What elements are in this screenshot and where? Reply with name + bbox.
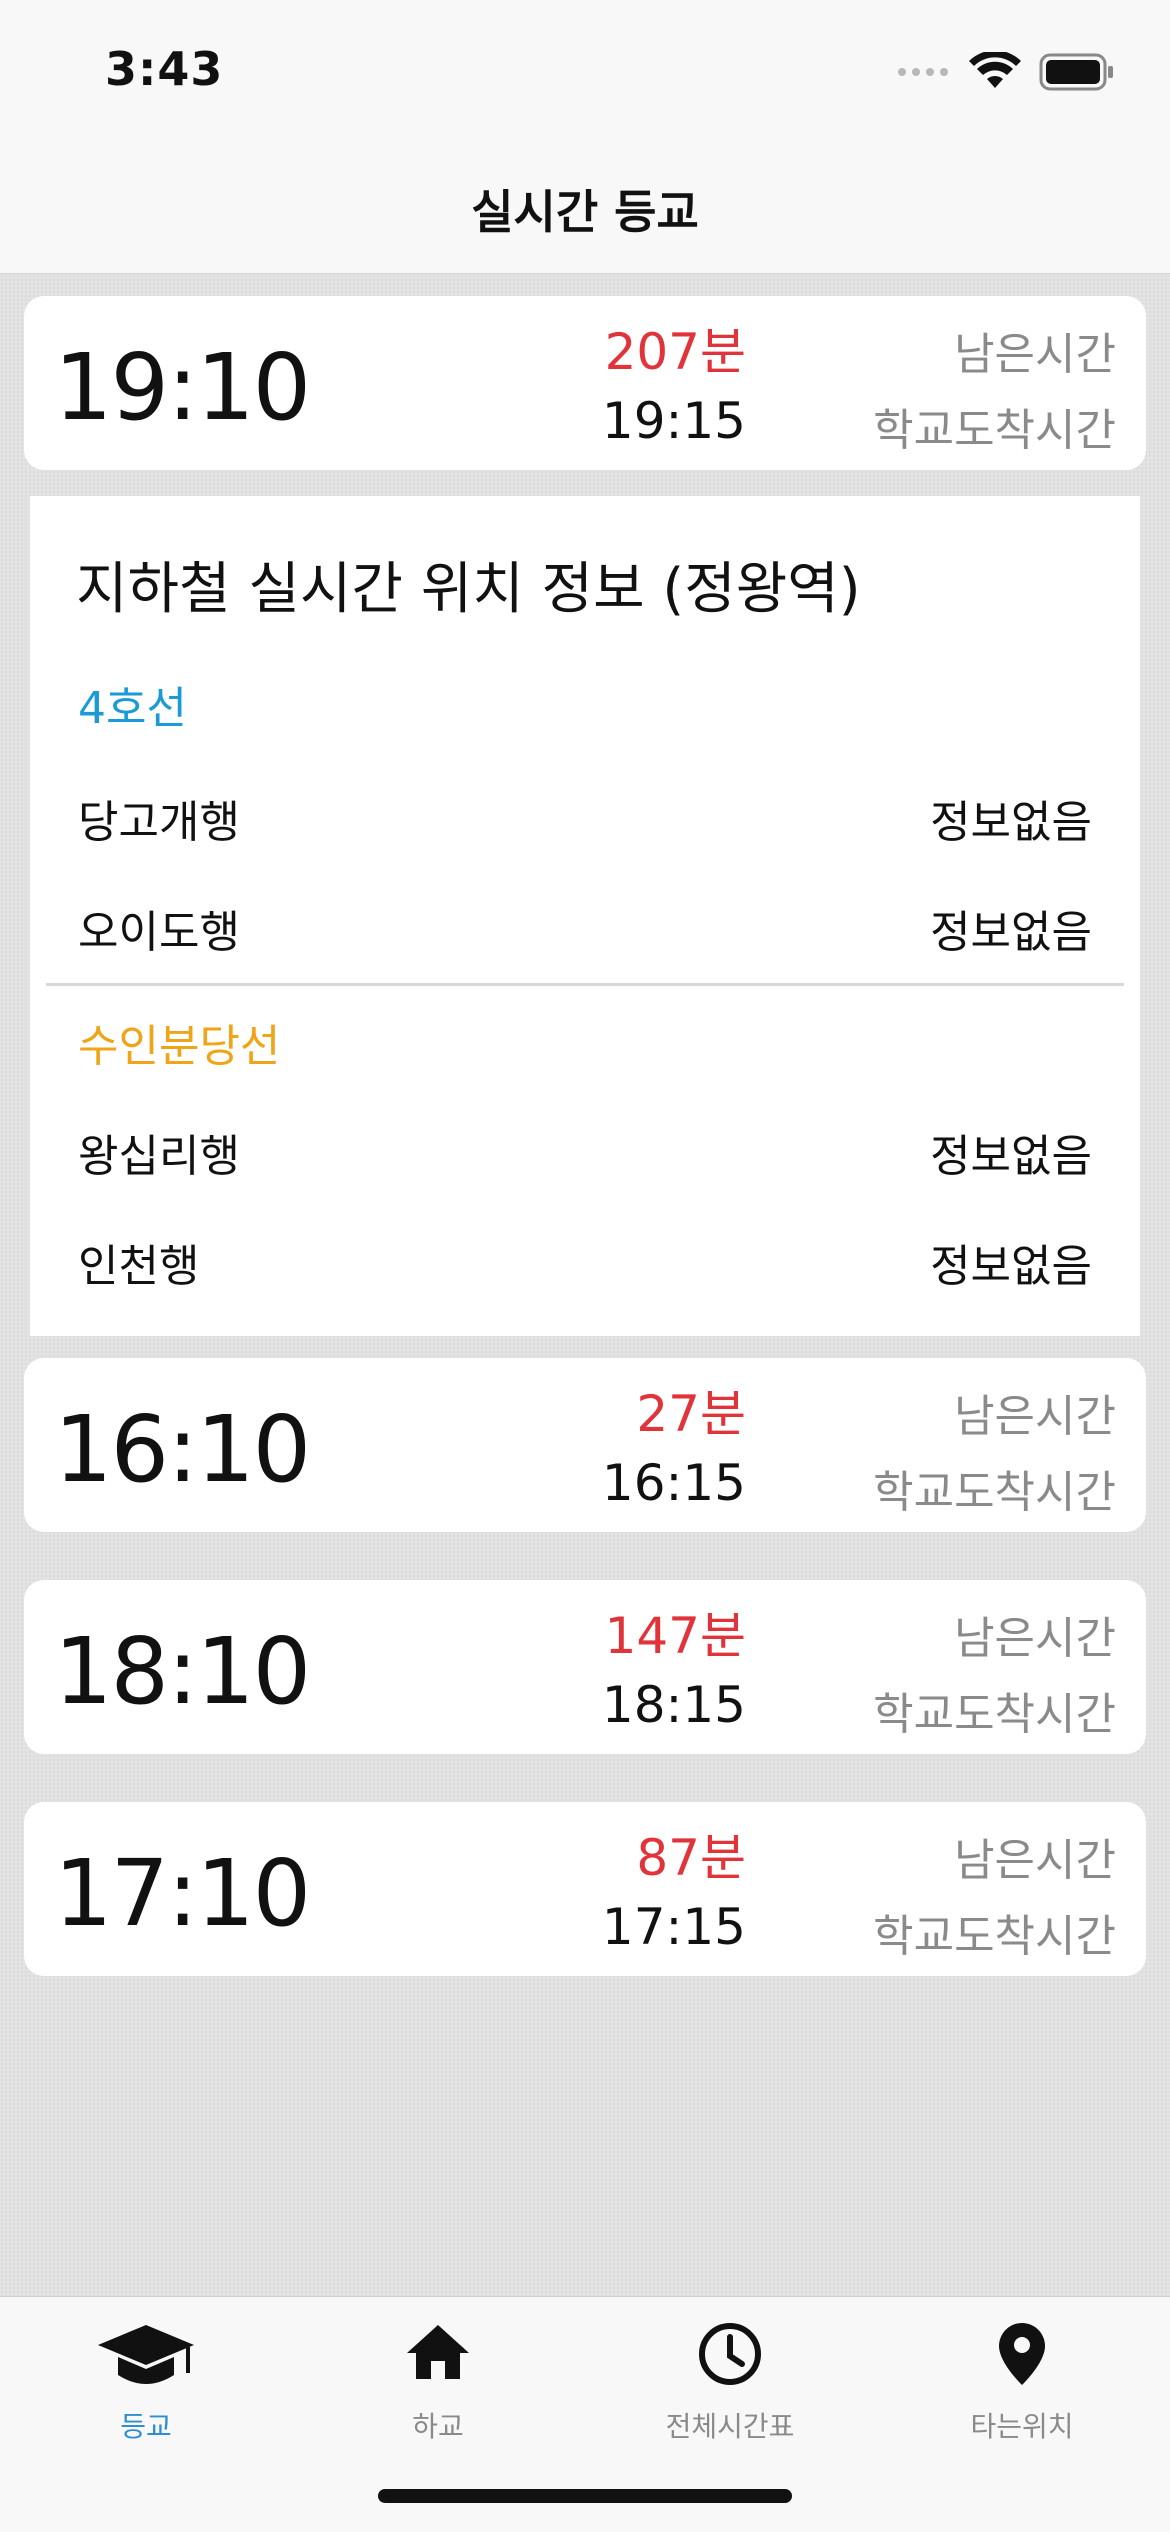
arrival-time: 16:15 [601,1454,746,1512]
tab-boarding-location[interactable]: 타는위치 [876,2297,1168,2447]
departure-time: 17:10 [54,1840,311,1947]
tab-label: 하교 [412,2410,464,2443]
wifi-icon [969,52,1021,88]
tab-label: 등교 [120,2410,172,2443]
page-title: 실시간 등교 [471,185,699,239]
arrival-time-label: 학교도착시간 [873,1467,1116,1518]
schedule-card[interactable]: 19:10 207분 19:15 남은시간 학교도착시간 [24,296,1146,470]
status-icons [897,52,1115,92]
subway-row-status: 정보없음 [930,797,1092,848]
tab-school-arrival[interactable]: 등교 [0,2297,292,2447]
battery-icon [1039,53,1113,91]
arrival-time: 18:15 [601,1676,746,1734]
remaining-time: 87분 [636,1829,746,1887]
arrival-time-label: 학교도착시간 [873,405,1116,456]
status-time: 3:43 [105,42,224,96]
clock-icon [699,2323,761,2385]
subway-row-destination: 오이도행 [78,907,240,958]
graduation-cap-icon [98,2325,194,2384]
map-pin-icon [999,2323,1045,2385]
schedule-card[interactable]: 17:10 87분 17:15 남은시간 학교도착시간 [24,1802,1146,1976]
cellular-signal-icon [898,68,948,76]
tab-bar: 등교 하교 전체시간표 타는위치 [0,2296,1170,2532]
tab-label: 전체시간표 [665,2410,795,2443]
departure-time: 19:10 [54,334,311,441]
subway-info-panel: 지하철 실시간 위치 정보 (정왕역) 4호선 당고개행 정보없음 오이도행 정… [30,496,1140,1336]
schedule-card[interactable]: 16:10 27분 16:15 남은시간 학교도착시간 [24,1358,1146,1532]
subway-row-destination: 당고개행 [78,797,240,848]
subway-row-status: 정보없음 [930,1131,1092,1182]
schedule-card[interactable]: 18:10 147분 18:15 남은시간 학교도착시간 [24,1580,1146,1754]
navigation-bar: 실시간 등교 [0,140,1170,274]
subway-row-destination: 인천행 [78,1241,200,1292]
arrival-time: 17:15 [601,1898,746,1956]
arrival-time-label: 학교도착시간 [873,1911,1116,1962]
remaining-time-label: 남은시간 [954,1613,1116,1664]
content-area[interactable]: 19:10 207분 19:15 남은시간 학교도착시간 지하철 실시간 위치 … [0,274,1170,2296]
arrival-time: 19:15 [601,392,746,450]
line-name-suinbundang: 수인분당선 [78,1021,281,1072]
remaining-time: 27분 [636,1385,746,1443]
status-bar: 3:43 [0,0,1170,140]
tab-school-departure[interactable]: 하교 [292,2297,584,2447]
home-icon [407,2325,469,2379]
line-name-4: 4호선 [78,683,187,734]
remaining-time: 147분 [604,1607,746,1665]
departure-time: 18:10 [54,1618,311,1725]
tab-label: 타는위치 [970,2410,1074,2443]
remaining-time-label: 남은시간 [954,1391,1116,1442]
remaining-time-label: 남은시간 [954,329,1116,380]
remaining-time: 207분 [604,323,746,381]
line-divider [46,983,1124,986]
subway-row-status: 정보없음 [930,907,1092,958]
departure-time: 16:10 [54,1396,311,1503]
home-indicator[interactable] [378,2489,792,2503]
arrival-time-label: 학교도착시간 [873,1689,1116,1740]
remaining-time-label: 남은시간 [954,1835,1116,1886]
tab-full-timetable[interactable]: 전체시간표 [584,2297,876,2447]
subway-row-status: 정보없음 [930,1241,1092,1292]
subway-row-destination: 왕십리행 [78,1131,240,1182]
subway-panel-title: 지하철 실시간 위치 정보 (정왕역) [76,557,861,622]
